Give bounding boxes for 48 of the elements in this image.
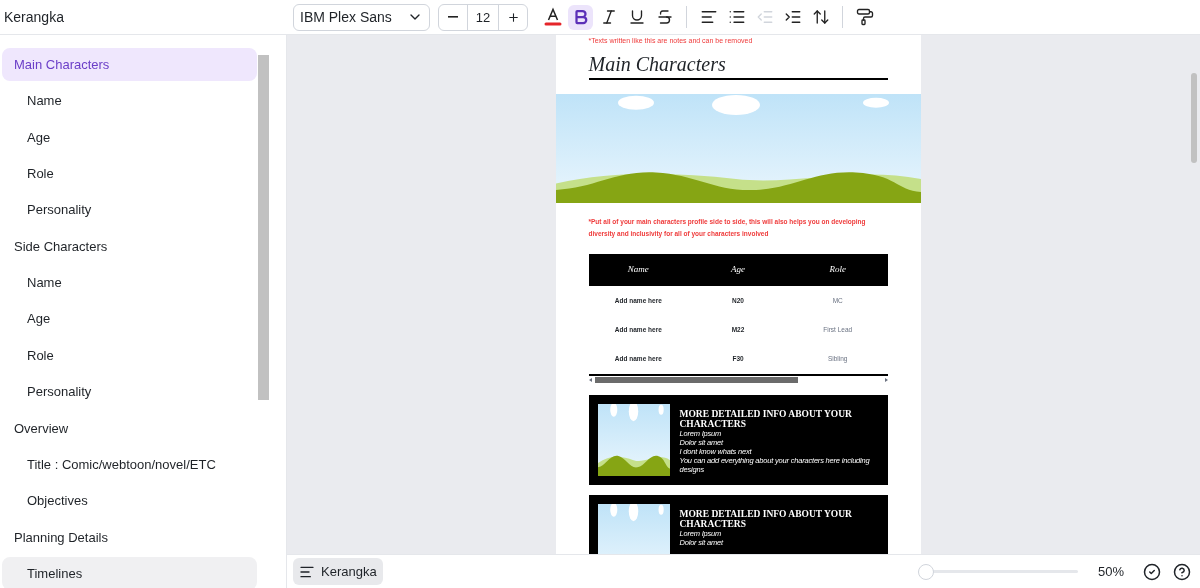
column-header: Age: [730, 263, 746, 277]
outline-subitem[interactable]: Age: [2, 120, 257, 154]
font-size-stepper[interactable]: 12: [438, 3, 528, 31]
horizontal-scrollbar[interactable]: [588, 377, 888, 383]
outline-item[interactable]: Planning Details: [2, 521, 257, 555]
outline-subitem[interactable]: Role: [2, 157, 257, 191]
card-title: MORE DETAILED INFO ABOUT YOUR CHARACTERS: [679, 409, 853, 429]
scroll-right-icon: [884, 378, 888, 382]
outline-subitem[interactable]: Name: [2, 84, 257, 118]
outline-item[interactable]: Side Characters: [2, 229, 257, 263]
outline-subitem[interactable]: Timelines: [2, 557, 257, 588]
outline-button[interactable]: Kerangka: [293, 558, 383, 585]
underline-icon: [627, 8, 646, 26]
paint-roller-icon: [855, 8, 874, 26]
scrollbar[interactable]: [1191, 73, 1197, 163]
outdent-icon: [755, 8, 774, 26]
outline-subitem[interactable]: Name: [2, 266, 257, 300]
column-header: Name: [626, 263, 650, 277]
column-header: Role: [828, 263, 847, 277]
check-circle-icon: [1143, 562, 1161, 581]
outline-item[interactable]: Main Characters: [2, 48, 257, 81]
scroll-left-icon: [588, 378, 592, 382]
align-left-icon: [699, 8, 718, 26]
plus-icon: [506, 10, 520, 24]
card-title: MORE DETAILED INFO ABOUT YOUR CHARACTERS: [679, 509, 853, 529]
outline-subitem[interactable]: Objectives: [2, 484, 257, 518]
outline-subitem[interactable]: Role: [2, 339, 257, 373]
text-color-icon: [542, 7, 563, 27]
outline-subitem[interactable]: Title : Comic/webtoon/novel/ETC: [2, 448, 257, 482]
bold-button[interactable]: [568, 4, 593, 30]
strikethrough-icon: [655, 8, 674, 26]
page-heading: Main Characters: [588, 51, 888, 80]
outline-subitem[interactable]: Personality: [2, 193, 257, 227]
indent-icon: [783, 8, 802, 26]
outline-item[interactable]: Overview: [2, 411, 257, 445]
zoom-slider[interactable]: [918, 563, 1078, 580]
scrollbar[interactable]: [258, 55, 269, 400]
line-spacing-icon: [811, 8, 830, 26]
outline-subitem[interactable]: Personality: [2, 375, 257, 409]
bullet-list-icon: [727, 8, 746, 26]
minus-icon: [448, 16, 458, 18]
zoom-slider-thumb[interactable]: [918, 563, 934, 580]
help-icon: [1173, 562, 1191, 581]
zoom-percentage: 50%: [1098, 562, 1126, 581]
font-size-field[interactable]: 12: [467, 4, 499, 30]
outline-subitem[interactable]: Age: [2, 302, 257, 336]
panel-title: Kerangka: [3, 7, 65, 27]
font-dropdown[interactable]: IBM Plex Sans: [293, 3, 430, 31]
